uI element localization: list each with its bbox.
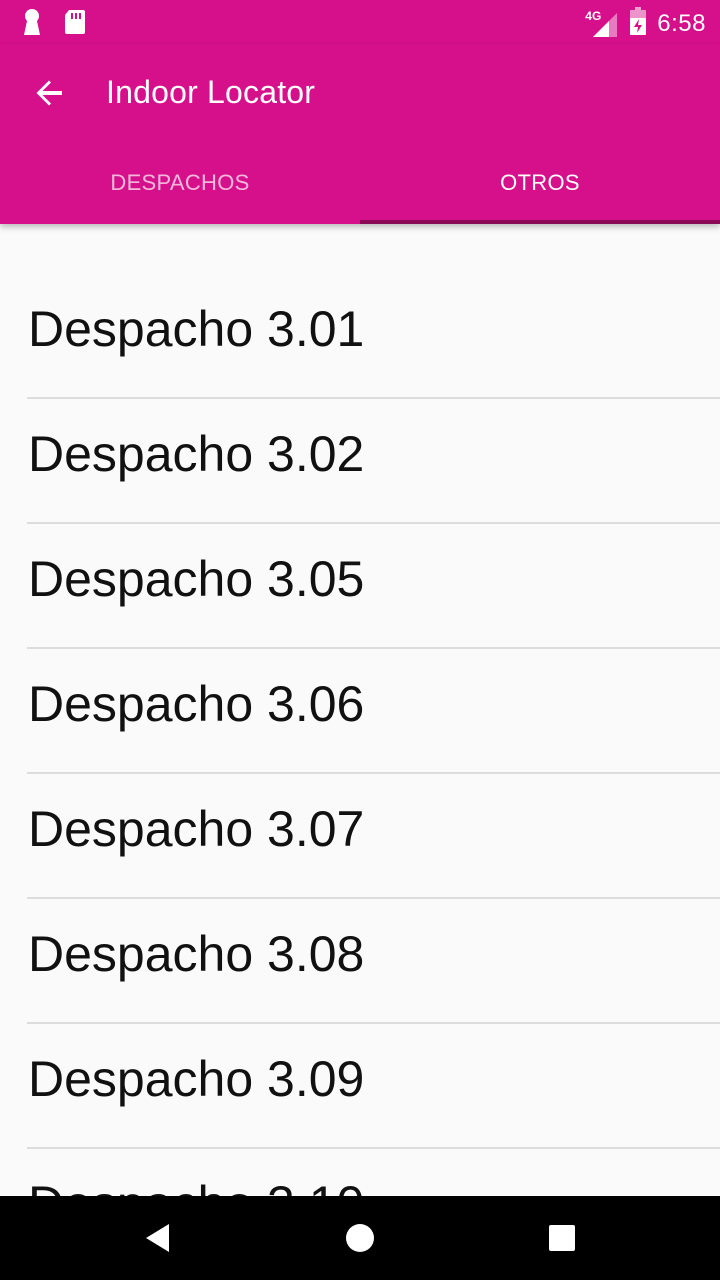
list-item[interactable]: Despacho 3.09 bbox=[0, 1024, 720, 1149]
recents-square-icon bbox=[549, 1225, 575, 1251]
back-button[interactable] bbox=[26, 69, 74, 117]
nav-home-button[interactable] bbox=[334, 1212, 386, 1264]
tab-label: DESPACHOS bbox=[110, 170, 250, 195]
list-item-label: Despacho 3.10 bbox=[28, 1175, 364, 1196]
list-item[interactable]: Despacho 3.08 bbox=[0, 899, 720, 1024]
list-item-label: Despacho 3.05 bbox=[28, 551, 365, 607]
list-item-label: Despacho 3.02 bbox=[28, 426, 365, 482]
tab-bar: DESPACHOS OTROS bbox=[0, 142, 720, 224]
tab-despachos[interactable]: DESPACHOS bbox=[0, 142, 360, 224]
tab-label: OTROS bbox=[500, 170, 580, 195]
home-circle-icon bbox=[346, 1224, 374, 1252]
status-time: 6:58 bbox=[657, 9, 706, 37]
signal-icon: 4G bbox=[585, 9, 619, 39]
tab-indicator bbox=[360, 220, 720, 224]
screen: 4G 6:58 Indoor Locator DESPACHOS OTROS D… bbox=[0, 0, 720, 1280]
toolbar: Indoor Locator bbox=[0, 44, 720, 142]
list-item-label: Despacho 3.01 bbox=[28, 301, 365, 357]
app-title: Indoor Locator bbox=[106, 74, 316, 110]
list-item[interactable]: Despacho 3.06 bbox=[0, 649, 720, 774]
status-bar: 4G 6:58 bbox=[0, 0, 720, 44]
app-bar: Indoor Locator DESPACHOS OTROS bbox=[0, 44, 720, 224]
tab-otros[interactable]: OTROS bbox=[360, 142, 720, 224]
back-triangle-icon bbox=[146, 1224, 169, 1252]
system-nav-bar bbox=[0, 1196, 720, 1280]
keyhole-icon bbox=[22, 8, 42, 41]
nav-recents-button[interactable] bbox=[536, 1212, 588, 1264]
list-item-label: Despacho 3.08 bbox=[28, 926, 365, 982]
sd-card-icon bbox=[64, 9, 86, 40]
list-item[interactable]: Despacho 3.01 bbox=[0, 274, 720, 399]
list-item[interactable]: Despacho 3.02 bbox=[0, 399, 720, 524]
arrow-left-icon bbox=[36, 80, 62, 106]
list-item[interactable]: Despacho 3.10 bbox=[0, 1149, 720, 1196]
office-list[interactable]: Despacho 3.01 Despacho 3.02 Despacho 3.0… bbox=[0, 224, 720, 1196]
nav-back-button[interactable] bbox=[132, 1212, 184, 1264]
list-item-label: Despacho 3.09 bbox=[28, 1051, 365, 1107]
list-item[interactable]: Despacho 3.05 bbox=[0, 524, 720, 649]
list-item-label: Despacho 3.07 bbox=[28, 801, 365, 857]
list-item-label: Despacho 3.06 bbox=[28, 676, 365, 732]
list-item[interactable]: Despacho 3.07 bbox=[0, 774, 720, 899]
battery-icon bbox=[629, 6, 647, 41]
